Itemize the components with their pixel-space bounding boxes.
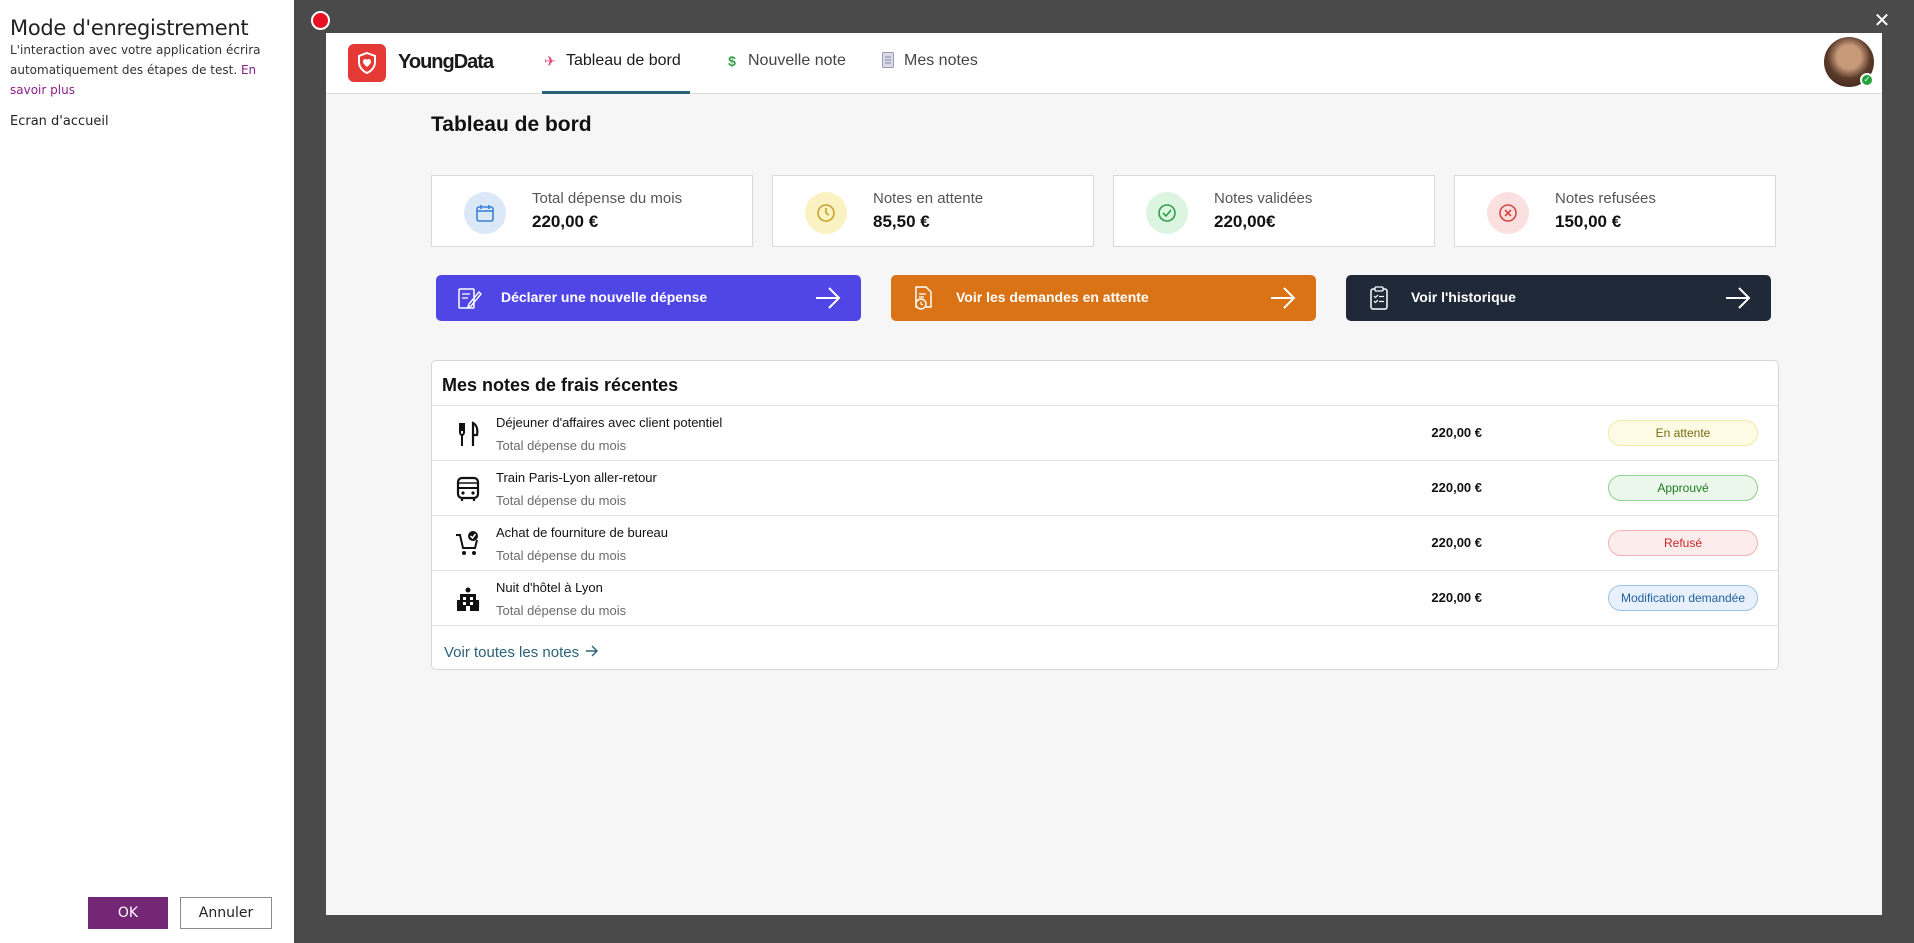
recording-description: L'interaction avec votre application écr… [10, 40, 278, 100]
stat-card-pending: Notes en attente 85,50 € [772, 175, 1094, 247]
view-pending-button[interactable]: Voir les demandes en attente [891, 275, 1316, 321]
calendar-icon [464, 192, 506, 234]
see-all-label: Voir toutes les notes [444, 644, 580, 661]
hotel-icon [454, 585, 482, 613]
expense-title: Déjeuner d'affaires avec client potentie… [496, 415, 723, 430]
action-label: Voir l'historique [1411, 289, 1516, 305]
status-badge: Refusé [1608, 530, 1758, 556]
brand-name: YoungData [398, 51, 494, 73]
stat-label: Notes en attente [873, 190, 984, 207]
expense-title: Achat de fourniture de bureau [496, 525, 669, 540]
expense-title: Nuit d'hôtel à Lyon [496, 580, 603, 595]
arrow-right-icon [1725, 286, 1751, 315]
arrow-right-icon [1270, 286, 1296, 315]
app-window: YoungData ✈ Tableau de bord $ Nouvelle n… [326, 33, 1882, 915]
edit-document-icon [456, 285, 482, 311]
cutlery-icon [454, 420, 482, 448]
avatar[interactable]: ✓ [1824, 37, 1874, 87]
rocket-icon: ✈ [544, 53, 556, 69]
tab-label: Tableau de bord [566, 52, 681, 69]
dollar-icon: $ [728, 53, 736, 69]
recording-description-text: L'interaction avec votre application écr… [10, 43, 261, 77]
cart-icon [454, 530, 482, 558]
stat-label: Notes refusées [1555, 190, 1656, 207]
check-circle-icon [1146, 192, 1188, 234]
list-item[interactable]: Train Paris-Lyon aller-retour Total dépe… [432, 460, 1778, 515]
cancel-button[interactable]: Annuler [180, 897, 272, 929]
stat-value: 85,50 € [873, 212, 930, 231]
tab-mes-notes[interactable]: Mes notes [880, 52, 978, 94]
tab-nouvelle-note[interactable]: $ Nouvelle note [724, 52, 846, 94]
stat-label: Total dépense du mois [532, 190, 683, 207]
recorded-screen-name: Ecran d'accueil [10, 114, 109, 129]
pending-document-icon [911, 285, 937, 311]
document-icon [880, 52, 896, 70]
declare-expense-button[interactable]: Déclarer une nouvelle dépense [436, 275, 861, 321]
expense-subtitle: Total dépense du mois [496, 438, 627, 453]
recording-indicator-icon [311, 11, 330, 30]
expense-amount: 220,00 € [1431, 590, 1482, 605]
stat-label: Notes validées [1214, 190, 1313, 207]
expense-subtitle: Total dépense du mois [496, 548, 627, 563]
brand-logo-icon [348, 44, 386, 82]
arrow-right-icon [815, 286, 841, 315]
bus-icon [454, 475, 482, 503]
expense-amount: 220,00 € [1431, 535, 1482, 550]
status-badge: Modification demandée [1608, 585, 1758, 611]
expense-title: Train Paris-Lyon aller-retour [496, 470, 657, 485]
clock-icon [805, 192, 847, 234]
list-footer [432, 625, 1778, 669]
stat-card-validated: Notes validées 220,00€ [1113, 175, 1435, 247]
tab-label: Nouvelle note [748, 52, 846, 69]
stat-value: 150,00 € [1555, 212, 1622, 231]
expense-subtitle: Total dépense du mois [496, 603, 627, 618]
list-item[interactable]: Nuit d'hôtel à Lyon Total dépense du moi… [432, 570, 1778, 625]
stat-value: 220,00 € [532, 212, 599, 231]
stat-card-total: Total dépense du mois 220,00 € [431, 175, 753, 247]
status-badge: En attente [1608, 420, 1758, 446]
section-title: Mes notes de frais récentes [442, 375, 679, 395]
close-icon[interactable]: ✕ [1873, 10, 1891, 30]
recording-title: Mode d'enregistrement [10, 16, 249, 40]
see-all-notes-link[interactable]: Voir toutes les notes [444, 644, 599, 661]
page-title: Tableau de bord [431, 113, 592, 136]
arrow-right-icon [585, 644, 599, 661]
status-badge: Approuvé [1608, 475, 1758, 501]
action-label: Déclarer une nouvelle dépense [501, 289, 708, 305]
expense-amount: 220,00 € [1431, 425, 1482, 440]
top-navigation-bar: YoungData ✈ Tableau de bord $ Nouvelle n… [326, 33, 1882, 94]
list-item[interactable]: Achat de fourniture de bureau Total dépe… [432, 515, 1778, 570]
expense-amount: 220,00 € [1431, 480, 1482, 495]
list-item[interactable]: Déjeuner d'affaires avec client potentie… [432, 405, 1778, 460]
stat-value: 220,00€ [1214, 212, 1276, 231]
clipboard-list-icon [1366, 285, 1392, 311]
tab-label: Mes notes [904, 52, 978, 69]
recording-panel: Mode d'enregistrement L'interaction avec… [0, 0, 294, 943]
view-history-button[interactable]: Voir l'historique [1346, 275, 1771, 321]
online-status-icon: ✓ [1860, 73, 1874, 87]
action-label: Voir les demandes en attente [956, 289, 1149, 305]
x-circle-icon [1487, 192, 1529, 234]
ok-button[interactable]: OK [88, 897, 168, 929]
tab-tableau-de-bord[interactable]: ✈ Tableau de bord [542, 52, 690, 94]
expense-subtitle: Total dépense du mois [496, 493, 627, 508]
recent-expenses-panel: Mes notes de frais récentes Déjeuner d'a… [431, 360, 1779, 670]
stat-card-refused: Notes refusées 150,00 € [1454, 175, 1776, 247]
